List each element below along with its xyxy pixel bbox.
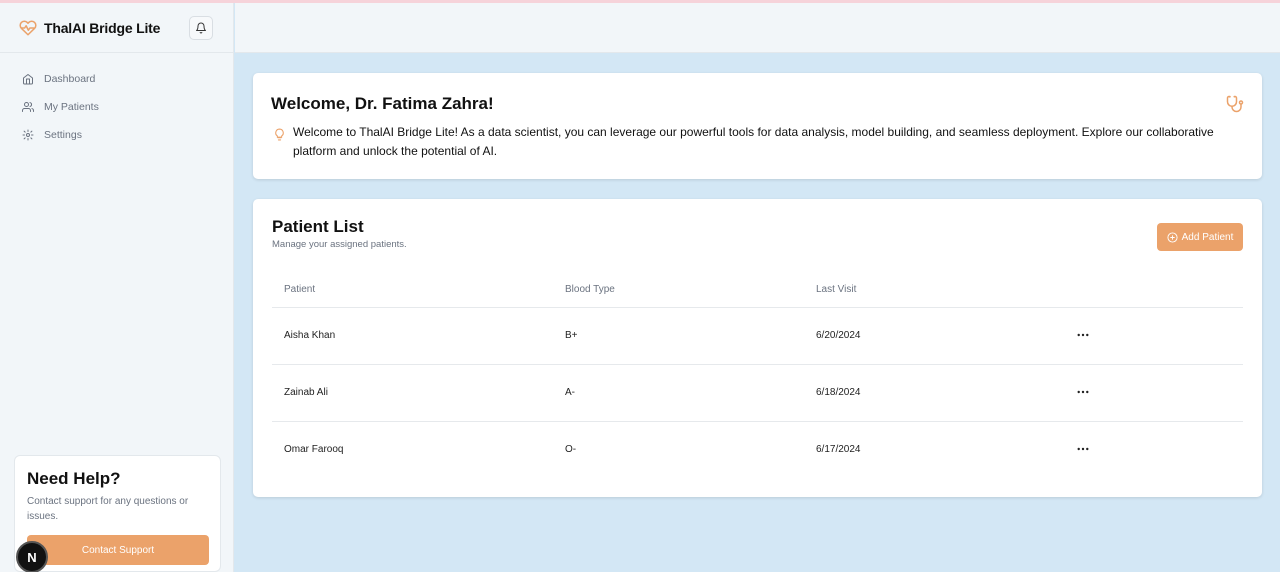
sidebar: ThalAI Bridge Lite Dashboard My Patients: [0, 3, 234, 572]
table-row: Zainab Ali A- 6/18/2024: [272, 365, 1243, 422]
welcome-card: Welcome, Dr. Fatima Zahra! Welcome to Th…: [253, 73, 1262, 179]
sidebar-item-my-patients[interactable]: My Patients: [14, 93, 220, 121]
patient-list-title: Patient List: [272, 217, 364, 236]
patient-list-subtitle: Manage your assigned patients.: [272, 239, 407, 250]
last-visit: 6/20/2024: [816, 330, 861, 341]
row-actions-button[interactable]: [1076, 442, 1090, 456]
bell-icon: [196, 22, 206, 34]
more-horizontal-icon: [1077, 390, 1089, 394]
patient-name: Aisha Khan: [284, 330, 336, 341]
last-visit: 6/18/2024: [816, 387, 861, 398]
plus-circle-icon: [1167, 231, 1178, 243]
table-row: Aisha Khan B+ 6/20/2024: [272, 308, 1243, 365]
row-actions-button[interactable]: [1076, 328, 1090, 342]
welcome-text: Welcome to ThalAI Bridge Lite! As a data…: [293, 125, 1214, 158]
lightbulb-icon: [275, 128, 284, 141]
sidebar-item-label: My Patients: [44, 101, 99, 113]
users-icon: [22, 102, 34, 112]
help-title: Need Help?: [27, 469, 121, 488]
sidebar-item-settings[interactable]: Settings: [14, 121, 220, 149]
sidebar-item-label: Dashboard: [44, 73, 96, 85]
gear-icon: [22, 129, 34, 141]
blood-type: O-: [565, 444, 577, 455]
app-name: ThalAI Bridge Lite: [44, 20, 161, 36]
heart-pulse-icon: [19, 20, 37, 36]
blood-type: B+: [565, 330, 578, 341]
contact-support-button[interactable]: Contact Support: [27, 535, 209, 565]
sidebar-item-dashboard[interactable]: Dashboard: [14, 65, 220, 93]
last-visit: 6/17/2024: [816, 444, 861, 455]
column-header-last-visit: Last Visit: [816, 284, 857, 295]
home-icon: [23, 74, 33, 85]
add-patient-label: Add Patient: [1181, 231, 1234, 243]
notifications-button[interactable]: [189, 16, 213, 40]
more-horizontal-icon: [1077, 333, 1089, 337]
table-row: Omar Farooq O- 6/17/2024: [272, 422, 1243, 479]
patient-name: Zainab Ali: [284, 387, 328, 398]
more-horizontal-icon: [1077, 447, 1089, 451]
brand-header: ThalAI Bridge Lite: [0, 3, 234, 53]
stethoscope-icon: [1226, 95, 1244, 113]
top-header: [235, 3, 1280, 53]
table-header: Patient Blood Type Last Visit: [272, 270, 1243, 308]
column-header-patient: Patient: [284, 284, 316, 295]
patient-table: Patient Blood Type Last Visit Aisha Khan…: [272, 270, 1243, 479]
patient-list-card: Patient List Manage your assigned patien…: [253, 199, 1262, 497]
blood-type: A-: [565, 387, 575, 398]
welcome-title: Welcome, Dr. Fatima Zahra!: [271, 94, 494, 113]
add-patient-button[interactable]: Add Patient: [1157, 223, 1243, 251]
sidebar-nav: Dashboard My Patients Settings: [14, 65, 220, 149]
n-avatar[interactable]: N: [16, 541, 48, 572]
help-text: Contact support for any questions or iss…: [27, 496, 189, 522]
patient-name: Omar Farooq: [284, 444, 344, 455]
row-actions-button[interactable]: [1076, 385, 1090, 399]
column-header-blood-type: Blood Type: [565, 284, 615, 295]
sidebar-item-label: Settings: [44, 129, 82, 141]
